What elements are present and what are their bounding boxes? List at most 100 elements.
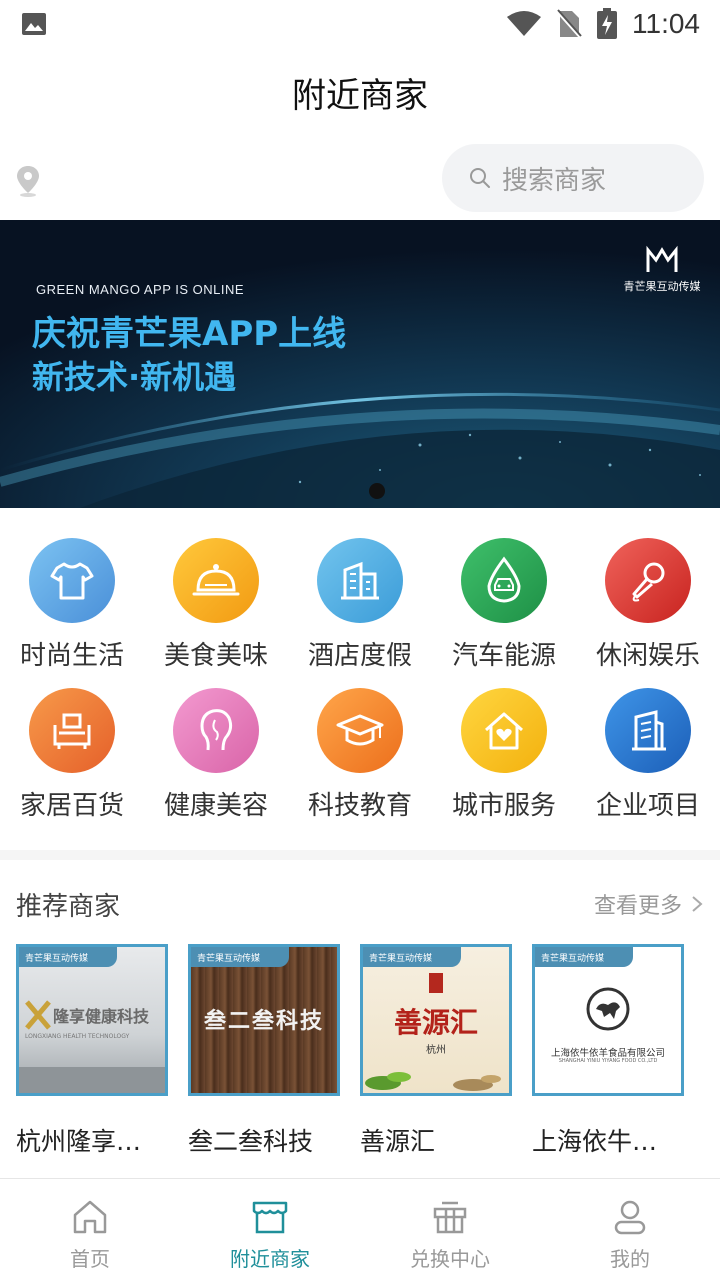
car-drop-icon (461, 538, 547, 623)
category-label: 健康美容 (163, 791, 268, 821)
merchant-card[interactable]: 青芒果互动传媒 叁二叁科技 叁二叁科技 (188, 944, 340, 1164)
tab-label: 我的 (610, 1247, 650, 1271)
x-logo-icon (25, 1000, 51, 1030)
category-fashion[interactable]: 时尚生活 (0, 522, 144, 672)
merchant-image: 青芒果互动传媒 叁二叁科技 (188, 944, 340, 1096)
category-label: 酒店度假 (307, 641, 412, 671)
brand-tag: 青芒果互动传媒 (191, 947, 289, 967)
furniture-icon (29, 688, 115, 773)
category-city-services[interactable]: 城市服务 (432, 672, 576, 822)
promo-banner[interactable]: GREEN MANGO APP IS ONLINE 庆祝青芒果APP上线 新技术… (0, 220, 720, 508)
chevron-right-icon (692, 896, 703, 912)
category-hotel[interactable]: 酒店度假 (288, 522, 432, 672)
tab-nearby-merchants[interactable]: 附近商家 (180, 1179, 360, 1280)
no-sim-icon (556, 9, 582, 39)
category-tech-edu[interactable]: 科技教育 (288, 672, 432, 822)
merchant-image-subtext: SHANGHAI YINIU YIYANG FOOD CO.,LTD (558, 1058, 658, 1064)
section-title: 推荐商家 (16, 891, 121, 922)
banner-title: 庆祝青芒果APP上线 (32, 314, 347, 354)
location-pin-icon[interactable] (14, 164, 42, 198)
category-label: 家居百货 (19, 791, 124, 821)
seal-stamp-icon (429, 973, 443, 993)
tab-label: 兑换中心 (410, 1247, 490, 1271)
office-building-icon (605, 688, 691, 773)
category-auto-energy[interactable]: 汽车能源 (432, 522, 576, 672)
merchant-logo-wall: 隆享健康科技 (25, 995, 159, 1035)
recommended-header: 推荐商家 查看更多 (0, 874, 720, 934)
tab-mine[interactable]: 我的 (540, 1179, 720, 1280)
category-enterprise[interactable]: 企业项目 (576, 672, 720, 822)
tab-label: 附近商家 (230, 1247, 310, 1271)
store-icon (252, 1201, 288, 1234)
graduation-cap-icon (317, 688, 403, 773)
page-title: 附近商家 (292, 75, 428, 116)
merchant-image: 青芒果互动传媒 隆享健康科技 LONGXIANG HEALTH TECHNOLO… (16, 944, 168, 1096)
merchant-name: 杭州隆享… (16, 1127, 142, 1156)
user-icon (614, 1200, 646, 1235)
brand-tag: 青芒果互动传媒 (535, 947, 633, 967)
banner-tagline: GREEN MANGO APP IS ONLINE (36, 282, 245, 297)
microphone-icon (605, 538, 691, 623)
gift-icon (433, 1201, 467, 1234)
banner-logo-text: 青芒果互动传媒 (623, 280, 701, 293)
image-notification-icon (22, 13, 46, 35)
status-bar: 11:04 (0, 0, 720, 48)
tab-label: 首页 (70, 1247, 110, 1271)
category-home-goods[interactable]: 家居百货 (0, 672, 144, 822)
merchant-name: 上海依牛… (532, 1127, 658, 1156)
tea-leaves-image (365, 1072, 501, 1091)
category-label: 美食美味 (163, 641, 268, 671)
merchant-card[interactable]: 青芒果互动传媒 隆享健康科技 LONGXIANG HEALTH TECHNOLO… (16, 944, 168, 1164)
building-icon (317, 538, 403, 623)
merchant-card[interactable]: 青芒果互动传媒 上海依牛依羊食品有限公司 SHANGHAI YINIU YIYA… (532, 944, 684, 1164)
banner-subtitle: 新技术·新机遇 (32, 358, 237, 396)
category-label: 休闲娱乐 (595, 641, 700, 671)
merchant-image: 青芒果互动传媒 上海依牛依羊食品有限公司 SHANGHAI YINIU YIYA… (532, 944, 684, 1096)
food-cloche-icon (173, 538, 259, 623)
status-time: 11:04 (632, 8, 700, 39)
banner-page-indicator (369, 483, 385, 499)
view-more-label: 查看更多 (593, 894, 682, 919)
category-health-beauty[interactable]: 健康美容 (144, 672, 288, 822)
ox-logo-icon (586, 987, 630, 1031)
merchant-image-text: 叁二叁科技 (203, 1009, 324, 1034)
bottom-tab-bar: 首页 附近商家 兑换中心 我的 (0, 1178, 720, 1280)
search-input[interactable]: 搜索商家 (442, 144, 704, 212)
merchant-image-text: 善源汇 (393, 1006, 478, 1039)
category-food[interactable]: 美食美味 (144, 522, 288, 672)
merchant-name: 善源汇 (360, 1127, 436, 1156)
merchant-image-text: 隆享健康科技 (53, 1007, 150, 1026)
category-leisure[interactable]: 休闲娱乐 (576, 522, 720, 672)
battery-charging-icon (597, 8, 617, 39)
header: 附近商家 (0, 48, 720, 136)
category-label: 城市服务 (451, 791, 556, 821)
category-grid: 时尚生活 美食美味 酒店度假 汽车能源 休闲娱乐 家居百货 健康美容 科技教育 … (0, 522, 720, 842)
merchant-image: 青芒果互动传媒 善源汇 杭州 (360, 944, 512, 1096)
face-icon (173, 688, 259, 773)
search-row: 搜索商家 (0, 136, 720, 220)
home-icon (73, 1200, 107, 1234)
view-more-link[interactable]: 查看更多 (594, 888, 704, 920)
merchant-image-text: 上海依牛依羊食品有限公司 (550, 1048, 665, 1059)
merchant-card[interactable]: 青芒果互动传媒 善源汇 杭州 善源汇 (360, 944, 512, 1164)
wifi-icon (507, 11, 541, 36)
banner-logo: 青芒果互动传媒 (622, 244, 702, 294)
tshirt-icon (29, 538, 115, 623)
house-heart-icon (461, 688, 547, 773)
merchant-list: 青芒果互动传媒 隆享健康科技 LONGXIANG HEALTH TECHNOLO… (16, 944, 720, 1164)
search-placeholder: 搜索商家 (502, 165, 607, 196)
brand-tag: 青芒果互动传媒 (19, 947, 117, 967)
category-label: 企业项目 (595, 791, 700, 821)
merchant-image-subtext: LONGXIANG HEALTH TECHNOLOGY (25, 1033, 130, 1040)
tab-exchange-center[interactable]: 兑换中心 (360, 1179, 540, 1280)
category-label: 科技教育 (307, 791, 412, 821)
search-icon (470, 168, 490, 188)
brand-tag: 青芒果互动传媒 (363, 947, 461, 967)
category-label: 时尚生活 (19, 641, 124, 671)
merchant-name: 叁二叁科技 (188, 1127, 314, 1156)
merchant-image-floor (19, 1067, 165, 1093)
section-divider (0, 850, 720, 860)
brand-logo-icon (646, 245, 678, 272)
tab-home[interactable]: 首页 (0, 1179, 180, 1280)
category-label: 汽车能源 (451, 641, 556, 671)
